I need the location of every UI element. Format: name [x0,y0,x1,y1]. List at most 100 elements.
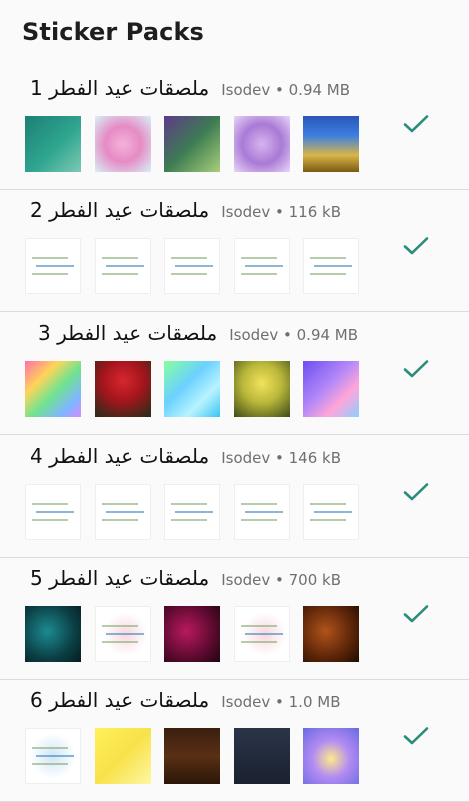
pack-name: ملصقات عيد الفطر 1 [30,76,210,100]
sticker-thumbnail-white-text-card [94,484,151,540]
sticker-thumbnail-gold-mosque-card [303,116,359,172]
sticker-pack-row[interactable]: ملصقات عيد الفطر 4 Isodev • 146 kB [0,436,469,558]
pack-meta: Isodev • 116 kB [221,203,342,221]
pack-name: ملصقات عيد الفطر 3 [38,321,218,345]
check-icon[interactable] [403,236,429,256]
sticker-preview-strip [25,116,373,172]
sticker-text-line [32,503,68,505]
sticker-text-line [244,265,283,267]
pack-name: ملصقات عيد الفطر 2 [30,198,210,222]
sticker-text-line [240,641,277,643]
sticker-thumbnail-green-purple-frame-card [164,116,220,172]
sticker-text-line [171,503,207,505]
sticker-text-line [314,511,352,513]
check-icon[interactable] [403,482,429,502]
sticker-thumbnail-magenta-ornament-card [164,606,220,662]
sticker-preview-strip [25,606,373,662]
check-icon[interactable] [403,604,429,624]
pack-name: ملصقات عيد الفطر 5 [30,566,210,590]
sticker-text-line [36,265,74,267]
sticker-text-line [244,511,283,513]
sticker-text-line [244,633,283,635]
pack-name: ملصقات عيد الفطر 6 [30,688,210,712]
sticker-thumbnail-yellow-calligraphy-card [94,728,151,784]
sticker-thumbnail-purple-flower-card [303,361,359,417]
sticker-pack-row[interactable]: ملصقات عيد الفطر 3 Isodev • 0.94 MB [0,313,469,435]
sticker-preview-strip [25,484,373,540]
check-icon[interactable] [403,726,429,746]
sticker-text-line [36,511,74,513]
pack-meta: Isodev • 1.0 MB [221,693,341,711]
sticker-text-line [175,265,213,267]
sticker-thumbnail-blue-calligraphy-card [25,728,81,784]
sticker-text-line [240,503,277,505]
pack-meta: Isodev • 0.94 MB [221,81,351,99]
sticker-thumbnail-white-text-card [303,484,359,540]
pack-header: ملصقات عيد الفطر 3 Isodev • 0.94 MB [38,321,358,347]
sticker-thumbnail-white-calligraphy-card [94,606,151,662]
sticker-thumbnail-white-text-card [164,238,220,294]
sticker-text-line [240,519,277,521]
sticker-preview-strip [25,238,373,294]
sticker-thumbnail-white-text-card [94,238,151,294]
sticker-preview-strip [25,361,373,417]
sticker-thumbnail-white-text-card [233,238,290,294]
pack-header: ملصقات عيد الفطر 5 Isodev • 700 kB [30,566,341,592]
sticker-text-line [310,503,346,505]
sticker-text-line [240,257,277,259]
sticker-text-line [171,257,207,259]
sticker-pack-row[interactable]: ملصقات عيد الفطر 1 Isodev • 0.94 MB [0,68,469,190]
sticker-pack-row[interactable]: ملصقات عيد الفطر 5 Isodev • 700 kB [0,558,469,680]
sticker-text-line [171,273,207,275]
sticker-text-line [32,257,68,259]
sticker-text-line [105,633,144,635]
check-icon[interactable] [403,359,429,379]
sticker-thumbnail-white-text-card [25,238,81,294]
pack-header: ملصقات عيد الفطر 4 Isodev • 146 kB [30,444,341,470]
pack-meta: Isodev • 146 kB [221,449,342,467]
sticker-text-line [32,273,68,275]
check-icon[interactable] [403,114,429,134]
sticker-text-line [32,763,68,765]
sticker-text-line [314,265,352,267]
sticker-pack-row[interactable]: ملصقات عيد الفطر 2 Isodev • 116 kB [0,190,469,312]
sticker-text-line [36,755,74,757]
page-title: Sticker Packs [22,18,204,46]
pack-meta: Isodev • 0.94 MB [229,326,359,344]
sticker-thumbnail-rainbow-flower-card [25,361,81,417]
sticker-thumbnail-blue-flower-card [164,361,220,417]
sticker-text-line [310,519,346,521]
sticker-preview-strip [25,728,373,784]
pack-header: ملصقات عيد الفطر 2 Isodev • 116 kB [30,198,341,224]
sticker-text-line [101,625,138,627]
sticker-text-line [101,273,138,275]
sticker-pack-row[interactable]: ملصقات عيد الفطر 6 Isodev • 1.0 MB [0,680,469,802]
sticker-text-line [32,747,68,749]
sticker-thumbnail-brown-eid-mubarak-card [164,728,220,784]
sticker-thumbnail-pink-calligraphy-card [94,116,151,172]
sticker-text-line [310,273,346,275]
sticker-text-line [240,625,277,627]
sticker-text-line [105,511,144,513]
sticker-text-line [105,265,144,267]
sticker-thumbnail-teal-greeting-card [25,116,81,172]
sticker-text-line [310,257,346,259]
sticker-thumbnail-roses-eid-mubarak [94,361,151,417]
sticker-text-line [101,519,138,521]
sticker-text-line [101,641,138,643]
sticker-text-line [32,519,68,521]
sticker-text-line [101,503,138,505]
sticker-thumbnail-white-text-card [233,484,290,540]
pack-header: ملصقات عيد الفطر 6 Isodev • 1.0 MB [30,688,341,714]
sticker-thumbnail-purple-floral-card [303,728,359,784]
sticker-thumbnail-white-text-card [164,484,220,540]
sticker-thumbnail-white-text-card [303,238,359,294]
sticker-thumbnail-yellow-roses-card [233,361,290,417]
pack-name: ملصقات عيد الفطر 4 [30,444,210,468]
sticker-thumbnail-dark-eid-saeed-card [233,728,290,784]
sticker-text-line [175,511,213,513]
pack-meta: Isodev • 700 kB [221,571,342,589]
sticker-text-line [240,273,277,275]
sticker-thumbnail-orange-ornament-card [303,606,359,662]
sticker-text-line [171,519,207,521]
